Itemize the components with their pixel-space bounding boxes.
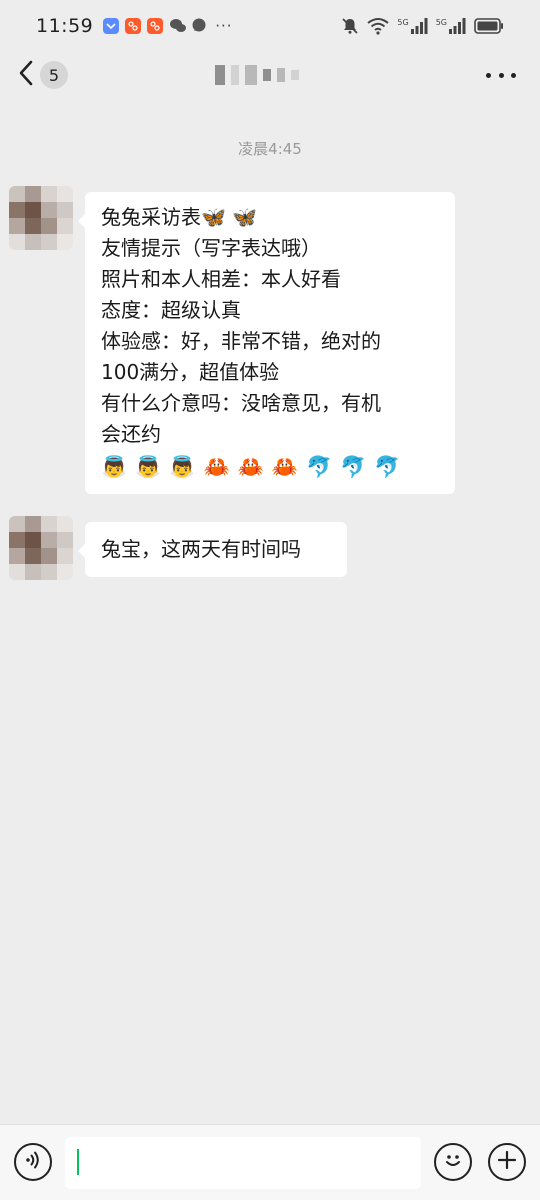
message-input[interactable] [65,1137,421,1189]
plus-icon [496,1149,518,1175]
voice-icon [23,1150,43,1174]
contact-name-blurred [215,62,299,88]
text-cursor [77,1149,79,1175]
message-bubble[interactable]: 兔宝，这两天有时间吗 [78,522,347,577]
avatar[interactable] [9,186,73,250]
message-line: 兔兔采访表🦋 🦋 [101,205,258,229]
network-type: 5G [435,18,447,27]
message-bubble[interactable]: 兔兔采访表🦋 🦋 友情提示（写字表达哦） 照片和本人相差：本人好看 态度：超级认… [78,192,455,494]
battery-icon [474,18,504,34]
wechat-icon [169,18,187,34]
message-line: 有什么介意吗：没啥意见，有机 [101,391,381,415]
crab-emoji: 🦀 [203,455,230,479]
app-blue-icon [103,18,120,34]
message-line: 体验感：好，非常不错，绝对的 [101,329,381,353]
more-functions-button[interactable] [488,1143,526,1181]
voice-input-button[interactable] [14,1143,52,1181]
signal-icon: 5G [436,18,466,34]
back-button[interactable]: 5 [18,58,68,92]
chat-screen: 11:59 ··· 5G 5G 5 凌晨4:45 兔兔采访表🦋 🦋 友情提示（写… [0,0,540,1200]
message-line: 会还约 [101,422,161,446]
message-timestamp: 凌晨4:45 [238,140,302,158]
message-line: 照片和本人相差：本人好看 [101,267,341,291]
status-time: 11:59 [36,15,94,37]
system-icons: 5G 5G [341,17,504,35]
mute-icon [341,17,359,35]
angel-emoji: 👼 [101,455,128,479]
dolphin-emoji: 🐬 [340,455,367,479]
message-line: 兔宝，这两天有时间吗 [101,537,301,561]
app-orange-icon [147,18,164,34]
more-dots-icon [486,72,491,78]
chat-icon [191,18,207,34]
avatar[interactable] [9,516,73,580]
unread-count-badge: 5 [40,61,68,89]
input-bar [0,1124,540,1200]
status-more-indicator: ··· [215,17,233,35]
message-line: 态度：超级认真 [101,298,241,322]
crab-emoji: 🦀 [237,455,264,479]
dolphin-emoji: 🐬 [374,455,401,479]
angel-emoji: 👼 [169,455,196,479]
angel-emoji: 👼 [135,455,162,479]
notification-icons: ··· [103,17,232,35]
emoji-button[interactable] [434,1143,472,1181]
wifi-icon [367,17,390,35]
network-type: 5G [397,18,409,27]
signal-icon: 5G [397,18,428,34]
crab-emoji: 🦀 [271,455,298,479]
smile-icon [441,1148,465,1176]
more-options-button[interactable] [486,66,516,84]
chevron-left-icon [18,60,34,90]
status-bar: 11:59 ··· 5G 5G [0,0,540,52]
message-line: 100满分，超值体验 [101,360,280,384]
chat-header: 5 [0,52,540,98]
message-line: 友情提示（写字表达哦） [101,236,321,260]
app-orange-icon [125,18,142,34]
emoji-row: 👼 👼 👼 🦀 🦀 🦀 🐬 🐬 🐬 [101,452,439,482]
dolphin-emoji: 🐬 [305,455,333,479]
